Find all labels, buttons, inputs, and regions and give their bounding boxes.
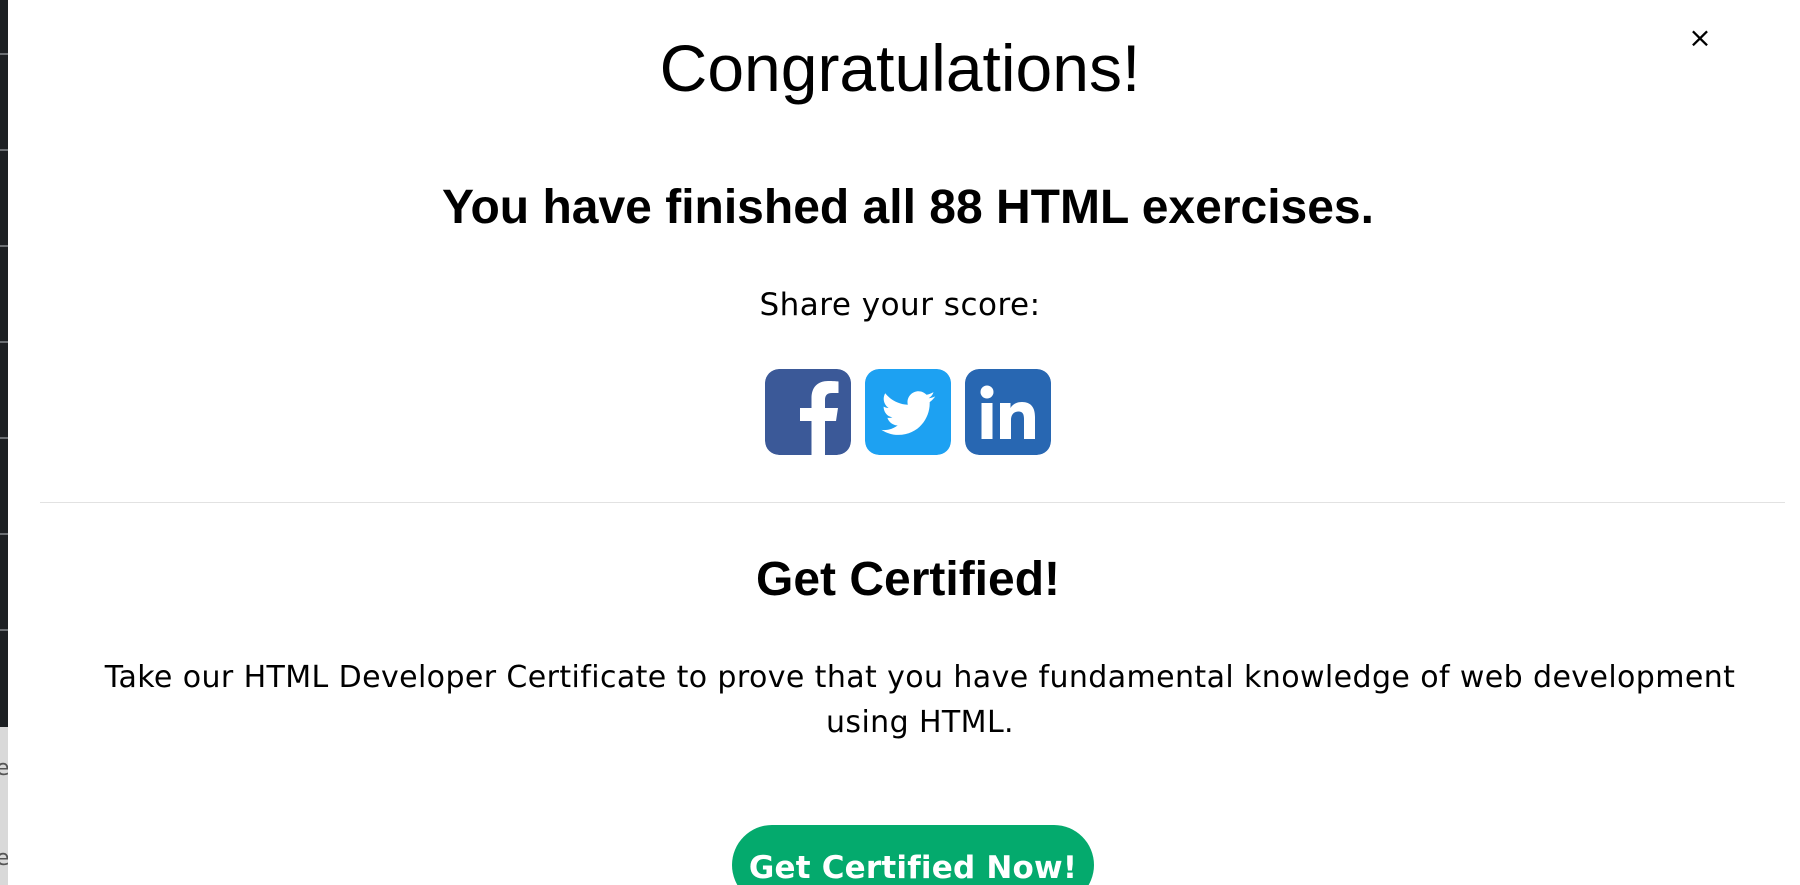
modal-title: Congratulations!	[659, 31, 1141, 105]
twitter-icon	[865, 369, 951, 455]
certification-heading: Get Certified!	[755, 553, 1061, 606]
facebook-icon	[765, 369, 851, 455]
congratulations-modal: × Congratulations! You have finished all…	[8, 0, 1800, 885]
background-page-edge: e e	[0, 0, 10, 885]
background-dark-region	[0, 0, 8, 727]
twitter-share-button[interactable]	[865, 369, 951, 455]
background-tick	[0, 437, 8, 439]
linkedin-icon	[965, 369, 1051, 455]
background-tick	[0, 245, 8, 247]
share-score-label: Share your score:	[759, 287, 1041, 323]
background-tick	[0, 629, 8, 631]
page: e e × Congratulations! You have finished…	[0, 0, 1800, 885]
get-certified-button[interactable]: Get Certified Now!	[732, 825, 1094, 885]
section-divider	[40, 502, 1785, 503]
certification-description: Take our HTML Developer Certificate to p…	[104, 660, 1736, 740]
completion-message: You have finished all 88 HTML exercises.	[442, 181, 1374, 234]
background-tick	[0, 341, 8, 343]
social-share-buttons	[765, 369, 1051, 455]
facebook-share-button[interactable]	[765, 369, 851, 455]
linkedin-share-button[interactable]	[965, 369, 1051, 455]
background-tick	[0, 149, 8, 151]
background-tick	[0, 533, 8, 535]
